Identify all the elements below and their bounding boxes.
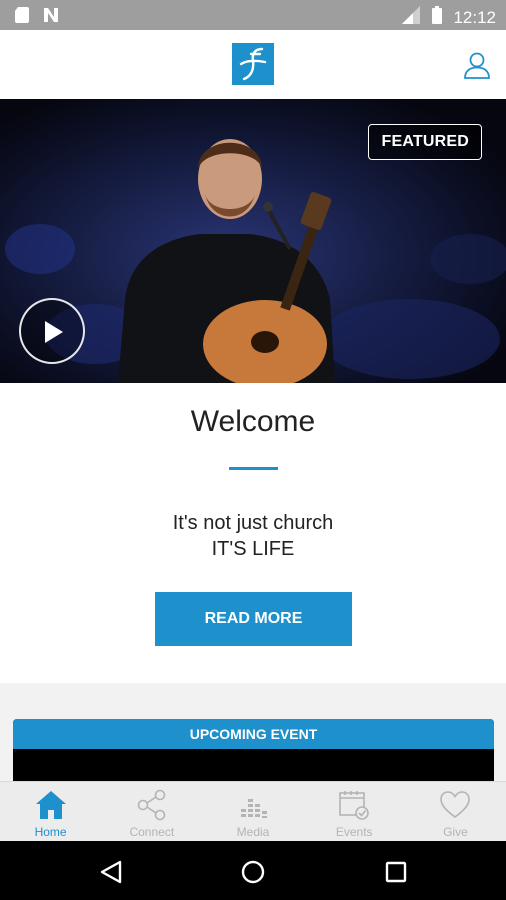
back-icon[interactable] bbox=[98, 859, 124, 885]
calendar-check-icon bbox=[339, 791, 370, 820]
signal-icon bbox=[401, 5, 421, 30]
equalizer-icon bbox=[241, 799, 267, 818]
share-icon bbox=[137, 789, 166, 821]
tab-events-label: Events bbox=[335, 825, 373, 839]
tagline-line-1: It's not just church bbox=[172, 512, 334, 534]
tab-connect-label: Connect bbox=[129, 825, 175, 839]
battery-icon bbox=[431, 5, 443, 30]
welcome-title: Welcome bbox=[190, 405, 316, 438]
user-profile-icon[interactable] bbox=[462, 50, 492, 80]
tab-give[interactable]: Give bbox=[405, 782, 506, 841]
status-bar: 12:12 bbox=[0, 0, 506, 30]
tab-media-label: Media bbox=[236, 825, 270, 839]
tab-give-label: Give bbox=[443, 825, 468, 839]
tab-events[interactable]: Events bbox=[304, 782, 405, 841]
bottom-tab-bar: Home Connect Media Events Give bbox=[0, 781, 506, 841]
tab-home-label: Home bbox=[34, 825, 67, 839]
status-time: 12:12 bbox=[453, 7, 496, 27]
home-circle-icon[interactable] bbox=[240, 859, 266, 885]
tab-media[interactable]: Media bbox=[202, 782, 303, 841]
heart-icon bbox=[440, 791, 471, 818]
upcoming-event-header: UPCOMING EVENT bbox=[13, 719, 494, 749]
recents-icon[interactable] bbox=[383, 859, 409, 885]
app-header bbox=[0, 30, 506, 99]
read-more-button[interactable]: READ MORE bbox=[155, 592, 352, 646]
play-button[interactable] bbox=[19, 298, 85, 364]
tab-home[interactable]: Home bbox=[0, 782, 101, 841]
welcome-section: Welcome It's not just church IT'S LIFE R… bbox=[0, 383, 506, 683]
system-nav-bar bbox=[0, 841, 506, 900]
sd-card-icon bbox=[14, 6, 30, 29]
notification-n-icon bbox=[42, 6, 60, 29]
title-divider bbox=[229, 467, 278, 470]
welcome-tagline: It's not just church IT'S LIFE bbox=[0, 510, 506, 562]
tagline-line-2: IT'S LIFE bbox=[211, 538, 295, 560]
play-icon bbox=[45, 321, 63, 343]
church-logo[interactable] bbox=[232, 43, 274, 85]
featured-hero[interactable]: FEATURED bbox=[0, 99, 506, 383]
featured-badge: FEATURED bbox=[368, 124, 482, 160]
upcoming-event-card[interactable]: UPCOMING EVENT bbox=[13, 719, 494, 781]
home-icon bbox=[35, 791, 66, 819]
tab-connect[interactable]: Connect bbox=[101, 782, 202, 841]
